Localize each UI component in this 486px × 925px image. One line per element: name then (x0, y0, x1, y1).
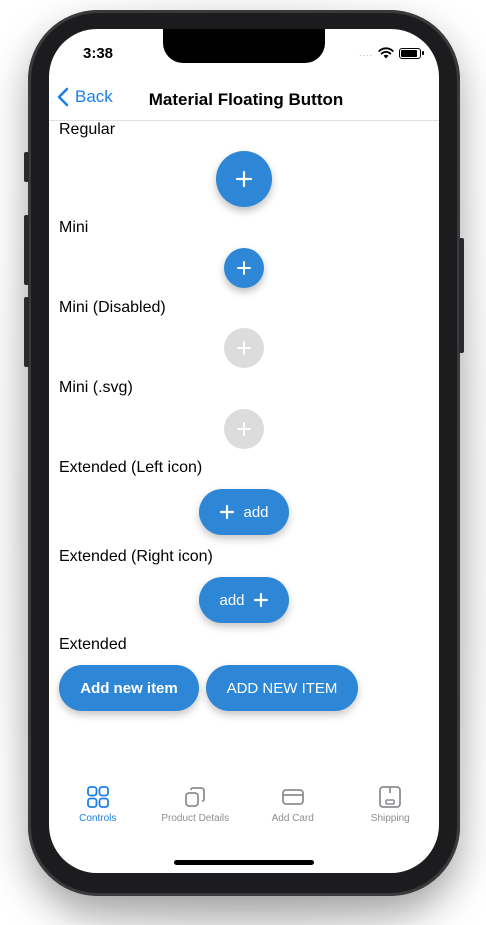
status-icons: .... (358, 47, 424, 59)
box-icon (379, 786, 402, 808)
mute-switch (24, 152, 29, 182)
fab-add-new-item-caps[interactable]: ADD NEW ITEM (206, 665, 358, 711)
fab-mini[interactable] (224, 248, 264, 288)
card-icon (281, 789, 304, 805)
volume-up-button (24, 215, 29, 285)
plus-icon (237, 341, 251, 355)
tab-add-card[interactable]: Add Card (244, 779, 342, 839)
fab-mini-disabled (224, 328, 264, 368)
battery-icon (399, 47, 424, 59)
copy-icon (185, 787, 206, 807)
fab-extended-left-icon[interactable]: add (199, 489, 289, 535)
tab-bar: Controls Product Details Add Card Shippi… (49, 779, 439, 839)
home-indicator[interactable] (174, 860, 314, 865)
grid-icon (86, 786, 109, 808)
fab-mini-svg (224, 409, 264, 449)
plus-icon (237, 261, 251, 275)
plus-icon (237, 422, 251, 436)
volume-down-button (24, 297, 29, 367)
notch (163, 29, 325, 63)
section-label-extended: Extended (59, 636, 127, 653)
plus-icon (253, 592, 268, 608)
page-title: Material Floating Button (148, 90, 344, 109)
section-label-extended-right: Extended (Right icon) (59, 548, 213, 565)
tab-shipping[interactable]: Shipping (342, 779, 440, 839)
wifi-icon (378, 47, 394, 59)
tab-product-details[interactable]: Product Details (147, 779, 245, 839)
fab-add-new-item[interactable]: Add new item (59, 665, 199, 711)
section-label-mini-svg: Mini (.svg) (59, 379, 133, 396)
section-label-mini-disabled: Mini (Disabled) (59, 299, 166, 316)
power-button (459, 238, 464, 353)
tab-label: Shipping (370, 813, 410, 824)
screen: 3:38 .... Back Material Floating Button … (49, 29, 439, 873)
fab-extended-left-label: add (243, 503, 269, 521)
tab-label: Controls (79, 813, 117, 824)
signal-icon: .... (358, 48, 373, 58)
section-label-extended-left: Extended (Left icon) (59, 459, 203, 476)
tab-label: Add Card (271, 813, 314, 824)
tab-label: Product Details (161, 813, 230, 824)
fab-extended-right-icon[interactable]: add (199, 577, 289, 623)
plus-icon (235, 170, 253, 188)
status-time: 3:38 (83, 45, 114, 62)
tab-controls[interactable]: Controls (49, 779, 147, 839)
section-label-regular: Regular (59, 121, 116, 138)
device-stage: 3:38 .... Back Material Floating Button … (0, 0, 486, 925)
section-label-mini: Mini (59, 219, 89, 236)
navigation-bar: Back Material Floating Button (49, 81, 439, 121)
fab-extended-right-label: add (219, 591, 245, 609)
plus-icon (220, 504, 235, 520)
fab-regular[interactable] (216, 151, 272, 207)
